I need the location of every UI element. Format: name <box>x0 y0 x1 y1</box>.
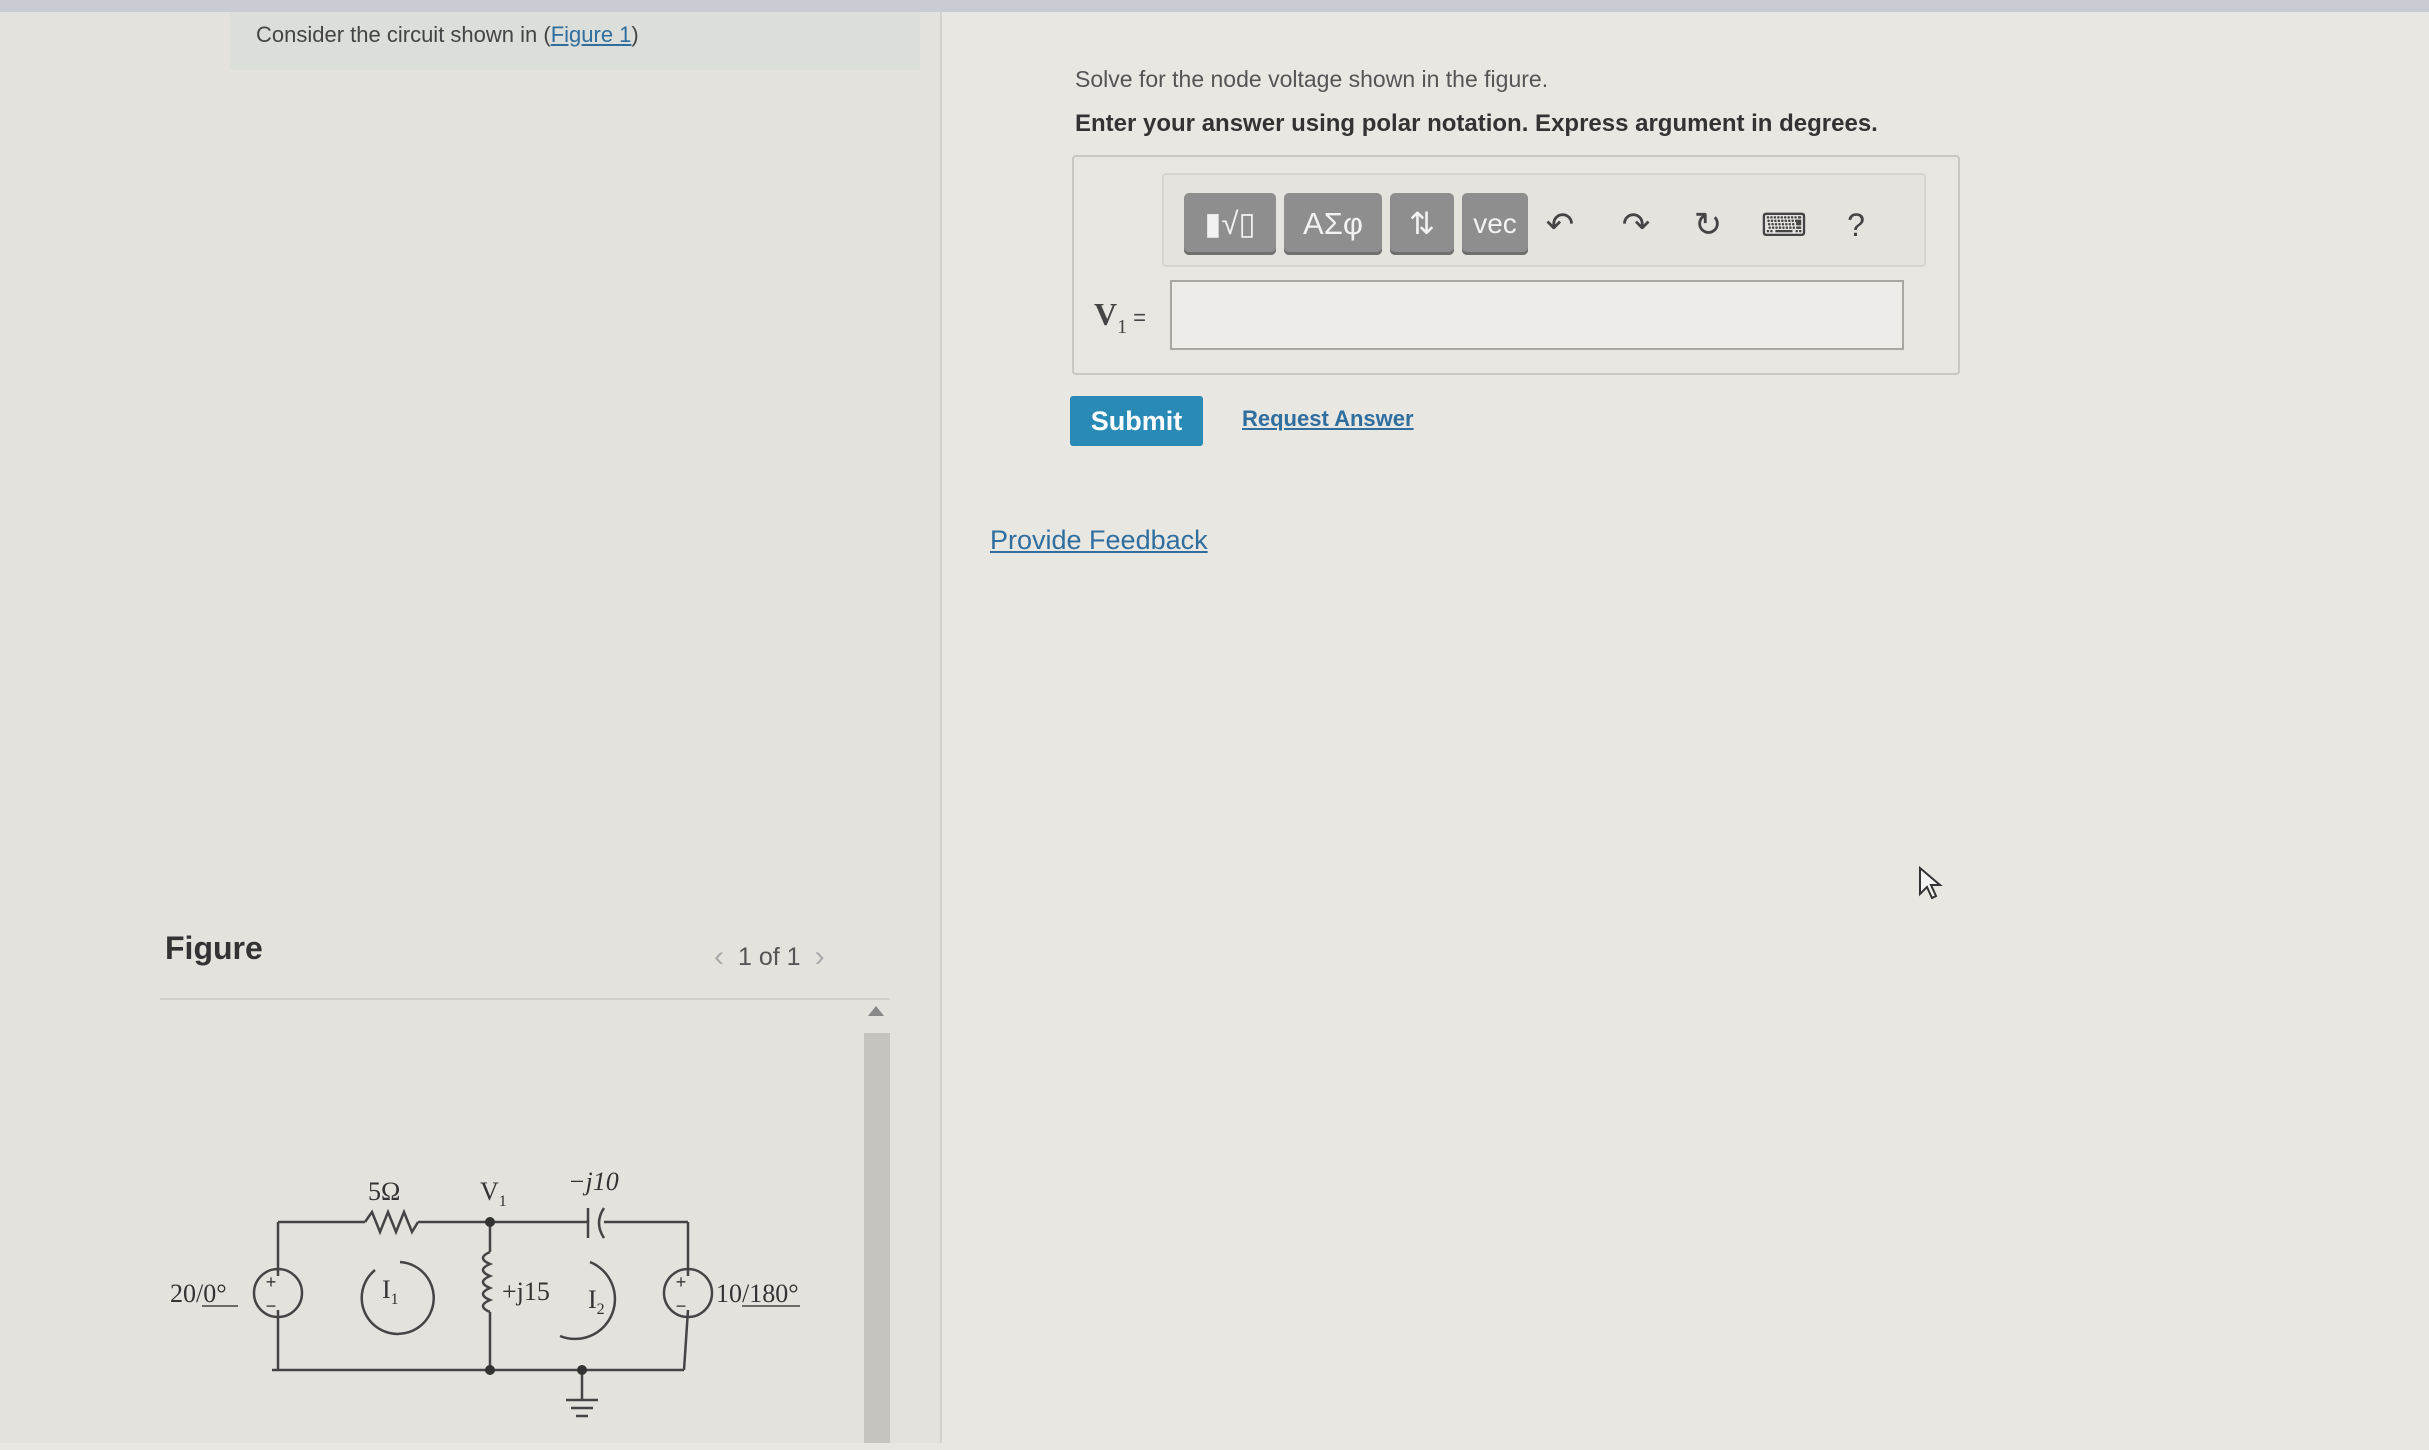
node-dot-ground <box>577 1365 587 1375</box>
redo-icon[interactable]: ↷ <box>1614 203 1658 247</box>
problem-prompt: Consider the circuit shown in (Figure 1) <box>230 12 920 70</box>
label-mesh-i1: I1 <box>382 1275 399 1308</box>
plus-right: + <box>676 1272 687 1292</box>
circuit-diagram: 5Ω V1 −j10 +j15 20/0° 10/180° + − + − I1… <box>170 1167 800 1418</box>
undo-icon[interactable]: ↶ <box>1538 203 1582 247</box>
browser-top-strip <box>0 0 2429 12</box>
answer-label-v: V <box>1094 296 1118 332</box>
answer-label-sub: 1 <box>1117 316 1128 338</box>
pane-divider <box>940 12 942 1443</box>
voltage-source-left <box>252 1267 304 1319</box>
scroll-up-arrow-icon[interactable] <box>868 1006 884 1016</box>
label-v1: V1 <box>480 1177 507 1210</box>
circuit-wires <box>252 1207 714 1418</box>
node-dot-bottom <box>485 1365 495 1375</box>
minus-left: − <box>266 1296 277 1316</box>
help-icon[interactable]: ? <box>1834 203 1878 247</box>
voltage-source-right <box>662 1267 714 1319</box>
pager-label: 1 of 1 <box>738 942 801 971</box>
label-source-right: 10/180° <box>716 1279 799 1308</box>
math-toolbar: ▮√▯ ΑΣφ ⇅ vec ↶ ↷ ↻ ⌨ ? <box>1162 173 1926 267</box>
resistor-5ohm <box>363 1208 420 1236</box>
scrollbar-thumb[interactable] <box>864 1033 890 1443</box>
subscript-superscript-button[interactable]: ⇅ <box>1390 193 1454 255</box>
prompt-close-paren: ) <box>631 22 639 47</box>
label-5ohm: 5Ω <box>368 1177 400 1206</box>
vector-button[interactable]: vec <box>1462 193 1528 255</box>
label-source-left: 20/0° <box>170 1279 227 1308</box>
mouse-pointer-icon <box>1919 866 1943 900</box>
label-inductor: +j15 <box>502 1277 550 1306</box>
figure-pager: ‹ 1 of 1 › <box>700 940 839 974</box>
greek-letters-button[interactable]: ΑΣφ <box>1284 193 1382 255</box>
prompt-open-paren: ( <box>543 22 551 47</box>
figure-link[interactable]: Figure 1 <box>551 22 632 47</box>
request-answer-link[interactable]: Request Answer <box>1242 406 1414 432</box>
node-dot-v1 <box>485 1217 495 1227</box>
answer-input[interactable] <box>1170 280 1904 350</box>
label-capacitor: −j10 <box>568 1167 619 1196</box>
answer-label-eq: = <box>1133 305 1146 330</box>
reset-icon[interactable]: ↻ <box>1686 203 1730 247</box>
label-mesh-i2: I2 <box>588 1285 605 1318</box>
minus-right: − <box>676 1296 687 1316</box>
chevron-right-icon[interactable]: › <box>801 940 839 974</box>
figure-divider <box>160 998 890 1000</box>
plus-left: + <box>266 1272 277 1292</box>
prompt-text: Consider the circuit shown in <box>256 22 538 47</box>
keyboard-icon[interactable]: ⌨ <box>1761 203 1807 247</box>
provide-feedback-link[interactable]: Provide Feedback <box>990 525 1208 556</box>
chevron-left-icon[interactable]: ‹ <box>700 940 738 974</box>
answer-label: V1 = <box>1094 296 1146 339</box>
figure-title: Figure <box>165 930 263 966</box>
capacitor-plate-right <box>597 1207 606 1239</box>
submit-button[interactable]: Submit <box>1070 396 1203 446</box>
question-line-2: Enter your answer using polar notation. … <box>1075 110 1878 137</box>
question-line-1: Solve for the node voltage shown in the … <box>1075 66 1549 92</box>
inductor-j15 <box>481 1250 494 1314</box>
template-button[interactable]: ▮√▯ <box>1184 193 1276 255</box>
